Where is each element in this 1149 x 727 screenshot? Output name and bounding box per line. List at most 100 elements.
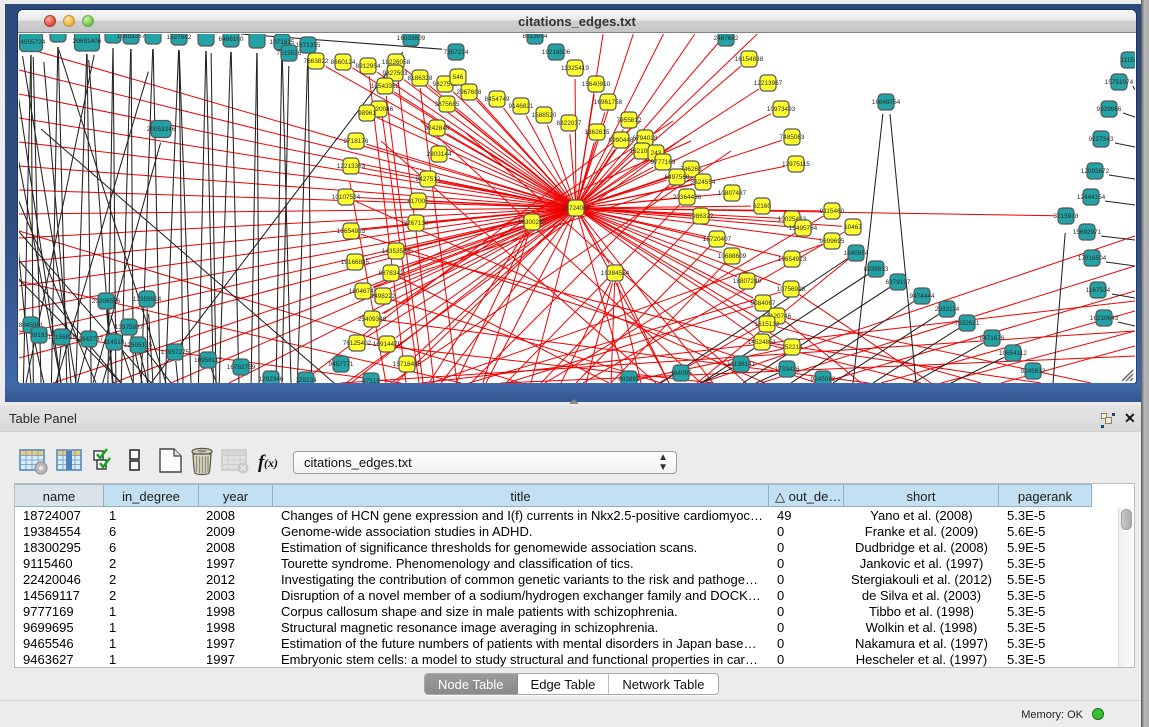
svg-text:1615132: 1615132	[755, 321, 780, 328]
svg-text:3624554: 3624554	[691, 179, 716, 186]
svg-text:19384554: 19384554	[601, 270, 630, 277]
svg-text:1588520: 1588520	[532, 112, 557, 119]
svg-text:8990448: 8990448	[609, 137, 634, 144]
svg-text:17957275: 17957275	[161, 349, 190, 356]
svg-text:15495784: 15495784	[789, 225, 818, 232]
svg-text:9457771: 9457771	[329, 361, 354, 368]
svg-text:19654923: 19654923	[778, 256, 807, 263]
svg-text:6466160: 6466160	[219, 36, 244, 43]
svg-text:14136141: 14136141	[727, 361, 756, 368]
svg-text:893891: 893891	[618, 376, 640, 383]
svg-text:62160: 62160	[753, 203, 771, 210]
svg-text:417006: 417006	[407, 198, 429, 205]
svg-text:1527602: 1527602	[167, 34, 192, 41]
svg-text:1640954: 1640954	[844, 250, 869, 257]
svg-text:24055724: 24055724	[19, 39, 46, 46]
svg-text:7485063: 7485063	[780, 134, 805, 141]
svg-text:252214: 252214	[781, 344, 803, 351]
svg-text:9146821: 9146821	[509, 103, 534, 110]
svg-text:9699695: 9699695	[820, 238, 845, 245]
svg-text:1498222: 1498222	[371, 293, 396, 300]
svg-text:16154838: 16154838	[735, 56, 764, 63]
svg-text:16782759: 16782759	[227, 364, 256, 371]
svg-text:20691406: 20691406	[73, 38, 102, 45]
svg-text:(x): (x)	[264, 456, 278, 470]
svg-text:10688609: 10688609	[718, 253, 747, 260]
svg-text:18807249: 18807249	[733, 278, 762, 285]
svg-text:8912954: 8912954	[356, 63, 381, 70]
svg-text:10958117: 10958117	[194, 357, 222, 364]
svg-text:76125402: 76125402	[343, 340, 372, 347]
svg-text:1292346: 1292346	[259, 376, 284, 383]
svg-text:15720407: 15720407	[703, 236, 732, 243]
svg-text:10973493: 10973493	[767, 106, 796, 113]
svg-text:15640910: 15640910	[582, 81, 611, 88]
svg-text:12444154: 12444154	[1077, 194, 1106, 201]
svg-text:9242848: 9242848	[425, 125, 450, 132]
svg-text:9427512: 9427512	[416, 176, 441, 183]
svg-text:7632621: 7632621	[955, 320, 980, 327]
svg-text:12505135: 12505135	[124, 342, 153, 349]
svg-text:8322037: 8322037	[557, 120, 582, 127]
svg-text:7986322: 7986322	[689, 213, 714, 220]
svg-text:12942737: 12942737	[75, 336, 104, 343]
svg-text:9474444: 9474444	[910, 293, 935, 300]
svg-text:8471676: 8471676	[980, 335, 1005, 342]
svg-text:20364436: 20364436	[673, 194, 702, 201]
svg-text:3267130: 3267130	[404, 220, 429, 227]
svg-text:2933114: 2933114	[935, 306, 960, 313]
svg-text:16648754: 16648754	[872, 99, 901, 106]
svg-text:18724007: 18724007	[562, 205, 591, 212]
svg-text:17016504: 17016504	[1078, 255, 1107, 262]
svg-text:19654935: 19654935	[337, 228, 366, 235]
svg-text:3215938: 3215938	[1054, 213, 1079, 220]
svg-text:546: 546	[453, 74, 464, 81]
svg-text:12156829: 12156829	[48, 334, 77, 341]
svg-text:16543362: 16543362	[371, 83, 400, 90]
svg-text:8186328: 8186328	[408, 75, 433, 82]
svg-text:9227343: 9227343	[1089, 136, 1114, 143]
svg-text:20206556: 20206556	[92, 298, 121, 305]
svg-text:7515526: 7515526	[277, 50, 302, 57]
svg-text:12213363: 12213363	[337, 163, 366, 170]
svg-text:16210643: 16210643	[1090, 315, 1119, 322]
svg-text:11325419: 11325419	[561, 65, 589, 72]
svg-text:10756928: 10756928	[777, 286, 806, 293]
svg-text:164095: 164095	[670, 370, 692, 377]
svg-text:7663822: 7663822	[304, 58, 329, 65]
svg-text:7357224: 7357224	[444, 49, 469, 56]
svg-text:9245082: 9245082	[811, 376, 836, 383]
svg-text:1671355: 1671355	[296, 42, 321, 49]
svg-text:11154: 11154	[1121, 57, 1135, 64]
svg-text:15300283: 15300283	[518, 219, 547, 226]
svg-text:9329966: 9329966	[1097, 106, 1122, 113]
svg-text:9777169: 9777169	[651, 159, 676, 166]
svg-text:8660124: 8660124	[331, 59, 356, 66]
svg-text:129234: 129234	[295, 377, 317, 383]
svg-text:9115460: 9115460	[820, 208, 845, 215]
svg-text:1362615: 1362615	[585, 129, 610, 136]
svg-text:2967608: 2967608	[457, 89, 482, 96]
svg-text:1733426: 1733426	[775, 366, 800, 373]
svg-text:6497568: 6497568	[665, 174, 690, 181]
svg-text:2803144: 2803144	[427, 151, 452, 158]
svg-text:12213967: 12213967	[754, 80, 783, 87]
svg-text:8938913: 8938913	[864, 266, 889, 273]
svg-text:10807487: 10807487	[718, 190, 747, 197]
svg-text:8454749: 8454749	[485, 96, 510, 103]
svg-text:9084067: 9084067	[751, 300, 776, 307]
svg-text:1167534: 1167534	[1086, 287, 1111, 294]
svg-text:6379197: 6379197	[886, 279, 911, 286]
svg-text:10654112: 10654112	[999, 350, 1027, 357]
svg-text:10653267: 10653267	[117, 34, 146, 40]
svg-text:8878342: 8878342	[379, 270, 404, 277]
svg-text:19166825: 19166825	[341, 259, 370, 266]
svg-text:114519: 114519	[104, 339, 125, 346]
svg-text:9245612: 9245612	[1021, 368, 1046, 375]
svg-text:14524851: 14524851	[748, 339, 777, 346]
svg-text:10107534: 10107534	[332, 194, 361, 201]
svg-text:98961: 98961	[358, 110, 376, 117]
svg-text:12975115: 12975115	[782, 161, 810, 168]
svg-text:39193: 39193	[30, 332, 48, 339]
svg-text:25409349: 25409349	[358, 316, 387, 323]
